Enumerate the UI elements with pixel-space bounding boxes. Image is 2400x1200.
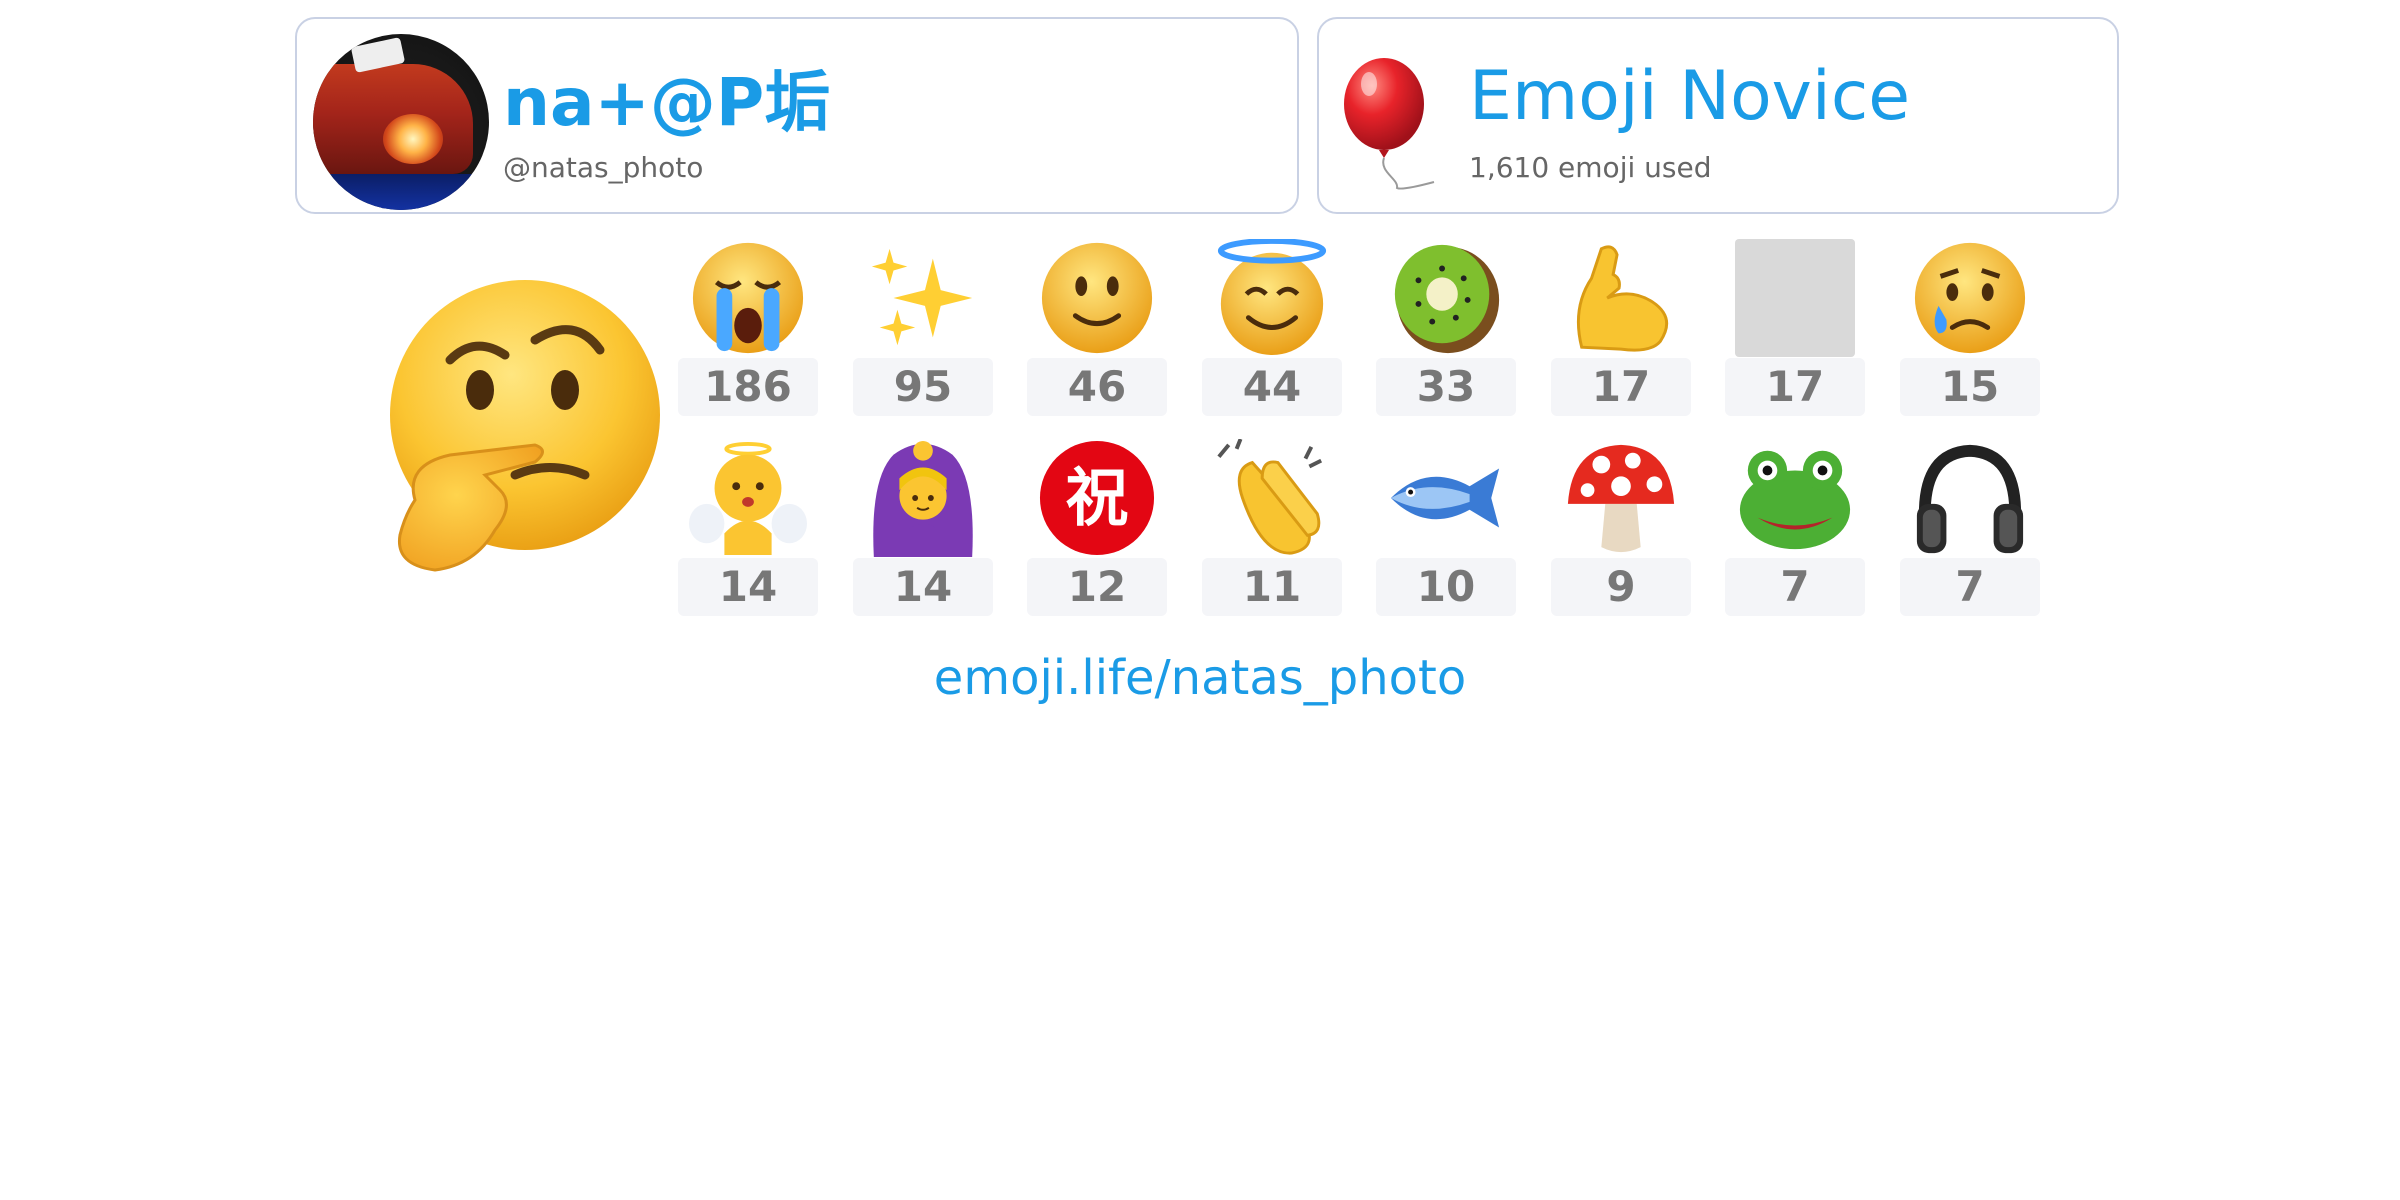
level-card: Emoji Novice 1,610 emoji used: [1317, 17, 2119, 214]
missing-emoji-icon: [1725, 238, 1865, 358]
emoji-used-count: 1,610 emoji used: [1469, 151, 1712, 184]
emoji-count: 7: [1725, 558, 1865, 616]
emoji-count: 44: [1202, 358, 1342, 416]
fish-icon: [1376, 438, 1516, 558]
emoji-count: 10: [1376, 558, 1516, 616]
emoji-count: 11: [1202, 558, 1342, 616]
profile-handle[interactable]: @natas_photo: [503, 151, 703, 184]
svg-text:祝: 祝: [1066, 462, 1129, 535]
profile-link[interactable]: emoji.life/natas_photo: [0, 650, 2400, 706]
slightly-smiling-face-icon: [1027, 238, 1167, 358]
flexed-biceps-icon: [1551, 238, 1691, 358]
avatar[interactable]: [313, 34, 489, 210]
balloon-icon: [1344, 58, 1435, 190]
profile-name: na+@P垢: [503, 64, 831, 141]
sparkles-icon: [853, 238, 993, 358]
loudly-crying-face-icon: [678, 238, 818, 358]
japanese-congratulations-button-icon: 祝: [1027, 438, 1167, 558]
emoji-count: 17: [1725, 358, 1865, 416]
emoji-count: 14: [853, 558, 993, 616]
emoji-count: 186: [678, 358, 818, 416]
emoji-count: 95: [853, 358, 993, 416]
headphone-icon: [1900, 438, 2040, 558]
woman-gesturing-ok-icon: [853, 438, 993, 558]
baby-angel-icon: [678, 438, 818, 558]
frog-icon: [1725, 438, 1865, 558]
level-title: Emoji Novice: [1469, 57, 1911, 136]
emoji-count: 15: [1900, 358, 2040, 416]
emoji-count: 46: [1027, 358, 1167, 416]
emoji-count: 12: [1027, 558, 1167, 616]
emoji-count: 14: [678, 558, 818, 616]
profile-card[interactable]: na+@P垢 @natas_photo: [295, 17, 1299, 214]
emoji-count: 7: [1900, 558, 2040, 616]
mushroom-icon: [1551, 438, 1691, 558]
emoji-count: 17: [1551, 358, 1691, 416]
kiwi-fruit-icon: [1376, 238, 1516, 358]
clapping-hands-icon: [1202, 438, 1342, 558]
page: na+@P垢 @natas_photo Emoji Novice 1,610 e…: [0, 0, 2400, 1200]
emoji-count: 33: [1376, 358, 1516, 416]
emoji-count: 9: [1551, 558, 1691, 616]
smiling-face-with-halo-icon: [1202, 238, 1342, 358]
sad-but-relieved-face-icon: [1900, 238, 2040, 358]
thinking-face-icon: [390, 280, 660, 572]
